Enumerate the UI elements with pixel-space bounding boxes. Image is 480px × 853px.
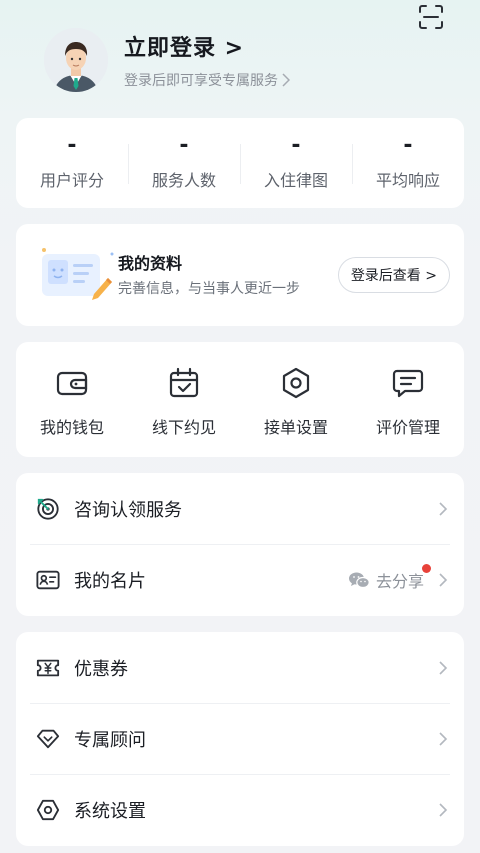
chevron-right-icon: [438, 572, 448, 588]
wechat-icon: [348, 572, 370, 588]
wallet-icon: [56, 371, 88, 396]
profile-card-illustration-icon: [42, 248, 114, 300]
stats-card: - 用户评分 - 服务人数 - 入住律图 - 平均响应: [16, 118, 464, 208]
login-subtitle[interactable]: 登录后即可享受专属服务: [124, 70, 290, 90]
stat-value: -: [291, 133, 301, 158]
calendar-check-icon: [169, 367, 199, 398]
share-label: 去分享: [375, 571, 424, 591]
tool-label: 线下约见: [151, 418, 216, 437]
list-item-label: 咨询认领服务: [74, 499, 182, 521]
list-item-coupons[interactable]: 优惠券: [16, 632, 464, 703]
target-icon: [36, 497, 60, 521]
profile-header: 立即登录 > 登录后即可享受专属服务: [0, 0, 480, 110]
stat-service-count[interactable]: - 服务人数: [128, 118, 240, 208]
login-title[interactable]: 立即登录 >: [124, 30, 244, 62]
chevron-right-icon: [438, 501, 448, 517]
tool-label: 评价管理: [375, 418, 440, 437]
list-item-exclusive-advisor[interactable]: 专属顾问: [16, 703, 464, 774]
id-card-icon: [36, 568, 60, 592]
list-item-business-card[interactable]: 我的名片 去分享: [16, 544, 464, 615]
stat-value: -: [67, 133, 77, 158]
settings-icon: [36, 798, 60, 822]
avatar[interactable]: [44, 28, 108, 92]
list-item-consult-claim[interactable]: 咨询认领服务: [16, 473, 464, 544]
stat-user-rating[interactable]: - 用户评分: [16, 118, 128, 208]
chevron-right-icon: [438, 660, 448, 676]
hexagon-settings-icon: [282, 367, 310, 399]
my-profile-card[interactable]: 我的资料 完善信息，与当事人更近一步 登录后查看 >: [16, 224, 464, 326]
stat-joined[interactable]: - 入住律图: [240, 118, 352, 208]
share-button[interactable]: 去分享: [348, 563, 431, 592]
list-item-label: 我的名片: [74, 570, 146, 592]
tool-review-management[interactable]: 评价管理: [352, 342, 464, 457]
chevron-right-icon: [282, 73, 290, 87]
tool-label: 接单设置: [263, 418, 328, 437]
stat-label: 入住律图: [263, 171, 328, 190]
profile-subtitle: 完善信息，与当事人更近一步: [118, 281, 300, 297]
chevron-right-icon: [438, 731, 448, 747]
login-subtitle-text: 登录后即可享受专属服务: [124, 73, 278, 89]
diamond-icon: [36, 727, 60, 751]
list-item-label: 系统设置: [74, 800, 146, 822]
service-list-card: 咨询认领服务 我的名片 去分享: [16, 473, 464, 616]
tool-order-settings[interactable]: 接单设置: [240, 342, 352, 457]
comment-icon: [392, 369, 424, 398]
scan-icon[interactable]: [418, 4, 444, 30]
tool-offline-meeting[interactable]: 线下约见: [128, 342, 240, 457]
tools-card: 我的钱包 线下约见 接单设置 评价管理: [16, 342, 464, 457]
stat-value: -: [403, 133, 413, 158]
coupon-icon: [36, 656, 60, 680]
tool-wallet[interactable]: 我的钱包: [16, 342, 128, 457]
profile-title: 我的资料: [118, 254, 183, 273]
stat-label: 用户评分: [39, 171, 104, 190]
chevron-right-icon: [438, 802, 448, 818]
notification-dot: [422, 563, 431, 573]
stat-avg-response[interactable]: - 平均响应: [352, 118, 464, 208]
stat-label: 平均响应: [375, 171, 440, 190]
tool-label: 我的钱包: [39, 418, 104, 437]
list-item-system-settings[interactable]: 系统设置: [16, 774, 464, 845]
stat-label: 服务人数: [151, 171, 216, 190]
list-item-label: 优惠券: [74, 658, 128, 680]
login-view-button[interactable]: 登录后查看 >: [337, 257, 450, 293]
settings-list-card: 优惠券 专属顾问 系统设置: [16, 632, 464, 846]
stat-value: -: [179, 133, 189, 158]
list-item-label: 专属顾问: [74, 729, 146, 751]
